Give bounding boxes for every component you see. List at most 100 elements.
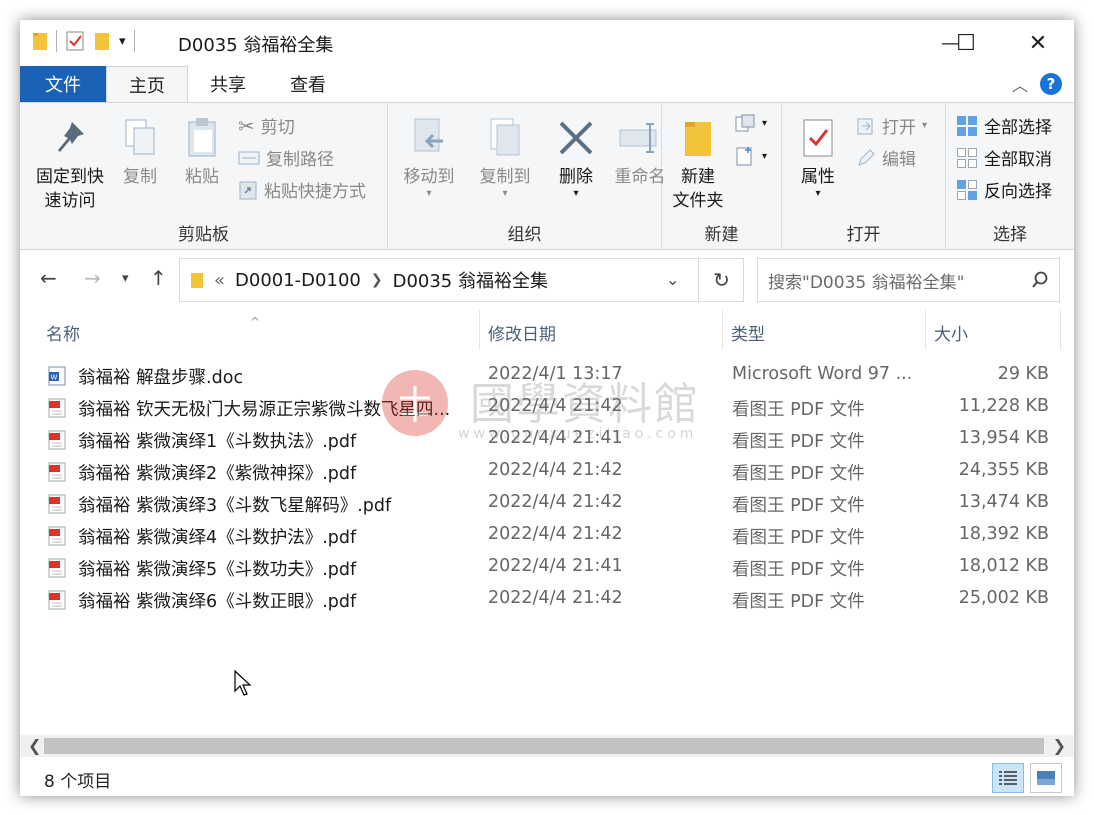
new-group-label: 新建 [704, 225, 739, 245]
column-divider[interactable] [479, 310, 480, 350]
select-none-button[interactable]: 全部取消 [956, 145, 1052, 170]
horizontal-scrollbar[interactable]: ❮ ❯ [20, 735, 1074, 757]
tab-home[interactable]: 主页 [106, 66, 188, 102]
file-row[interactable]: 翁福裕 紫微演绎2《紫微神探》.pdf 2022/4/4 21:42 看图王 P… [20, 456, 1074, 488]
rename-icon [619, 123, 657, 153]
breadcrumb-current-folder[interactable]: D0035 翁福裕全集 [393, 267, 548, 293]
file-row[interactable]: W 翁福裕 解盘步骤.doc 2022/4/1 13:17 Microsoft … [20, 360, 1074, 392]
tab-share[interactable]: 共享 [188, 66, 268, 102]
address-bar[interactable]: « D0001-D0100 ❯ D0035 翁福裕全集 [179, 258, 699, 302]
refresh-icon: ↻ [713, 268, 730, 292]
quick-access-toolbar: ▾ [32, 30, 135, 52]
new-folder-button[interactable]: 新建 文件夹 [666, 111, 730, 213]
file-type: 看图王 PDF 文件 [732, 432, 865, 452]
invert-selection-button[interactable]: 反向选择 [956, 177, 1052, 202]
scroll-left-arrow-icon[interactable]: ❮ [28, 736, 41, 755]
new-folder-icon[interactable] [93, 30, 111, 52]
column-header-name[interactable]: 名称 [46, 316, 80, 348]
paste-button[interactable]: 粘贴 [174, 111, 230, 189]
file-date: 2022/4/4 21:41 [488, 428, 623, 448]
column-divider[interactable] [722, 310, 723, 350]
recent-locations-chevron-icon[interactable]: ▾ [122, 271, 129, 286]
toolbar-divider [56, 30, 57, 52]
scrollbar-thumb[interactable] [44, 738, 1044, 754]
search-input[interactable]: 搜索"D0035 翁福裕全集" [757, 258, 1060, 302]
ribbon-controls: ︿ ? [1012, 72, 1062, 96]
new-folder-icon [685, 122, 711, 156]
open-icon [857, 118, 873, 134]
file-name: 翁福裕 解盘步骤.doc [78, 368, 244, 388]
file-row[interactable]: 翁福裕 紫微演绎5《斗数功夫》.pdf 2022/4/4 21:41 看图王 P… [20, 552, 1074, 584]
customize-toolbar-chevron-icon[interactable]: ▾ [119, 34, 126, 49]
maximize-button[interactable]: ☐ [930, 20, 1002, 66]
properties-button[interactable]: 属性 ▾ [792, 111, 844, 199]
address-dropdown-chevron-icon[interactable]: ⌄ [666, 270, 679, 289]
edit-pencil-icon [858, 148, 875, 166]
file-type: 看图王 PDF 文件 [732, 592, 865, 612]
breadcrumb-separator-icon[interactable]: ❯ [371, 272, 383, 288]
pdf-file-icon [48, 590, 66, 610]
file-date: 2022/4/4 21:41 [488, 556, 623, 576]
invert-selection-icon [957, 179, 977, 200]
paste-shortcut-button[interactable]: 粘贴快捷方式 [238, 177, 366, 202]
help-icon[interactable]: ? [1040, 73, 1062, 95]
toolbar-divider [133, 30, 135, 52]
column-divider[interactable] [925, 310, 926, 350]
file-row[interactable]: 翁福裕 紫微演绎1《斗数执法》.pdf 2022/4/4 21:41 看图王 P… [20, 424, 1074, 456]
copy-path-button[interactable]: 复制路径 [238, 145, 334, 170]
easy-access-button[interactable]: ▾ [734, 145, 767, 167]
file-name: 翁福裕 紫微演绎4《斗数护法》.pdf [78, 528, 357, 548]
copy-icon [125, 119, 155, 155]
ribbon: 固定到快 速访问 复制 粘贴 ✂ 剪切 复制路径 粘贴快捷方式 剪贴板 移动到 … [20, 102, 1074, 250]
file-row[interactable]: 翁福裕 紫微演绎4《斗数护法》.pdf 2022/4/4 21:42 看图王 P… [20, 520, 1074, 552]
title-bar: ▾ D0035 翁福裕全集 — ☐ ✕ [20, 20, 1074, 66]
file-row[interactable]: 翁福裕 紫微演绎6《斗数正眼》.pdf 2022/4/4 21:42 看图王 P… [20, 584, 1074, 616]
cut-button[interactable]: ✂ 剪切 [238, 113, 295, 139]
breadcrumb-overflow[interactable]: « [214, 270, 225, 291]
delete-button[interactable]: 删除 ▾ [548, 111, 604, 199]
open-dropdown-icon: ▾ [922, 120, 928, 131]
file-type: 看图王 PDF 文件 [732, 464, 865, 484]
copy-button[interactable]: 复制 [112, 111, 168, 189]
copy-to-label: 复制到 [479, 167, 531, 187]
pin-quick-access-button[interactable]: 固定到快 速访问 [30, 111, 110, 213]
large-icons-view-button[interactable] [1030, 763, 1062, 793]
invert-selection-label: 反向选择 [984, 182, 1052, 202]
open-button[interactable]: 打开 ▾ [856, 113, 927, 138]
properties-check-icon[interactable] [65, 30, 85, 52]
column-header-size[interactable]: 大小 [934, 316, 968, 348]
file-row[interactable]: 翁福裕 钦天无极门大易源正宗紫微斗数飞星四... 2022/4/4 21:42 … [20, 392, 1074, 424]
details-view-icon [999, 771, 1017, 785]
file-date: 2022/4/4 21:42 [488, 524, 623, 544]
file-size: 18,012 KB [958, 556, 1049, 576]
collapse-ribbon-icon[interactable]: ︿ [1012, 72, 1028, 96]
pin-icon [58, 122, 84, 152]
file-type: Microsoft Word 97 ... [732, 364, 913, 384]
new-item-button[interactable]: ▾ [734, 113, 767, 133]
mouse-cursor-icon [234, 669, 252, 696]
refresh-button[interactable]: ↻ [700, 258, 744, 302]
file-date: 2022/4/4 21:42 [488, 396, 623, 416]
tab-file[interactable]: 文件 [20, 66, 106, 102]
pin-label-line2: 速访问 [44, 191, 96, 211]
column-header-modified[interactable]: 修改日期 [488, 316, 556, 348]
file-row[interactable]: 翁福裕 紫微演绎3《斗数飞星解码》.pdf 2022/4/4 21:42 看图王… [20, 488, 1074, 520]
tab-view[interactable]: 查看 [268, 66, 348, 102]
forward-arrow-icon[interactable]: → [84, 266, 101, 290]
copy-to-button[interactable]: 复制到 ▾ [470, 111, 540, 199]
search-placeholder: 搜索"D0035 翁福裕全集" [768, 272, 965, 293]
breadcrumb-d0001-d0100[interactable]: D0001-D0100 [235, 270, 361, 291]
details-view-button[interactable] [992, 763, 1024, 793]
file-size: 18,392 KB [958, 524, 1049, 544]
column-divider[interactable] [1060, 310, 1061, 350]
move-to-button[interactable]: 移动到 ▾ [394, 111, 464, 199]
edit-button[interactable]: 编辑 [856, 145, 916, 170]
back-arrow-icon[interactable]: ← [40, 266, 57, 290]
scroll-right-arrow-icon[interactable]: ❯ [1053, 736, 1066, 755]
copy-to-icon [490, 118, 520, 156]
close-button[interactable]: ✕ [1002, 20, 1074, 66]
up-arrow-icon[interactable]: ↑ [150, 266, 167, 290]
column-header-type[interactable]: 类型 [731, 316, 765, 348]
select-all-button[interactable]: 全部选择 [956, 113, 1052, 138]
file-name: 翁福裕 紫微演绎3《斗数飞星解码》.pdf [78, 496, 392, 516]
